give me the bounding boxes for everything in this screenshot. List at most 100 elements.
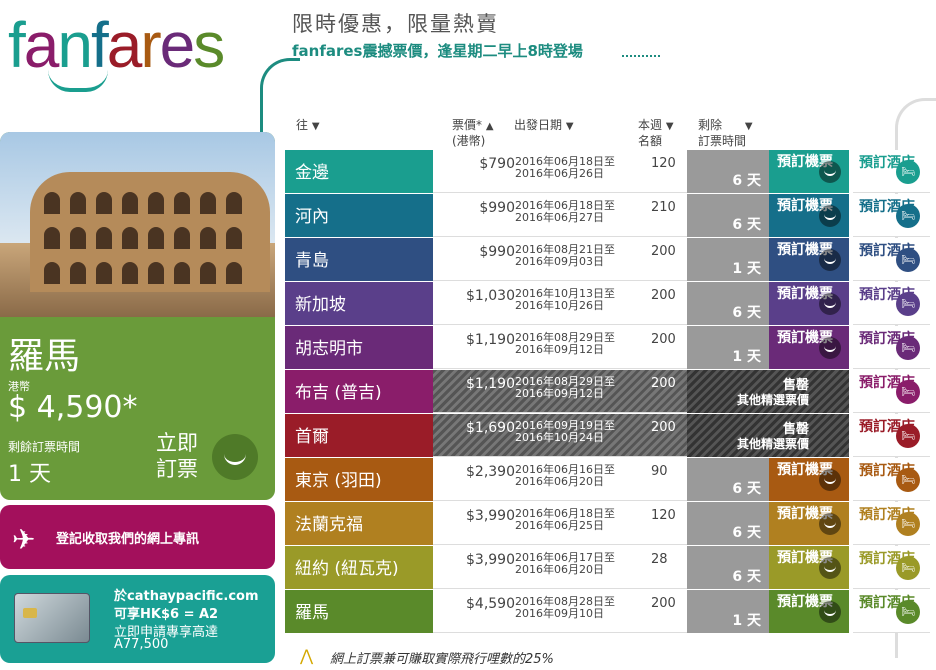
col-header-remain[interactable]: 剩除 ▼ 訂票時間	[698, 118, 753, 148]
col-header-date[interactable]: 出發日期 ▼	[514, 118, 574, 134]
smile-icon[interactable]	[212, 434, 258, 480]
book-hotel-button[interactable]: 預訂酒店 🛏	[853, 590, 930, 633]
remain-cell: 6 天	[687, 458, 769, 501]
remain-cell: 6 天	[687, 150, 769, 193]
smile-icon	[819, 161, 841, 183]
book-hotel-button[interactable]: 預訂酒店 🛏	[853, 546, 930, 589]
col-header-to[interactable]: 往 ▼	[296, 118, 320, 134]
card-line-1: 於cathaypacific.com	[114, 589, 259, 604]
book-hotel-button[interactable]: 預訂酒店 🛏	[853, 414, 930, 457]
book-flight-button[interactable]: 預訂機票	[769, 458, 849, 501]
city-cell[interactable]: 羅馬	[285, 590, 433, 633]
smile-icon	[819, 249, 841, 271]
book-hotel-button[interactable]: 預訂酒店 🛏	[853, 502, 930, 545]
book-hotel-button[interactable]: 預訂酒店 🛏	[853, 238, 930, 281]
city-cell[interactable]: 胡志明市	[285, 326, 433, 369]
col-header-price[interactable]: 票價* ▲ (港幣)	[452, 118, 494, 148]
fare-dates: 2016年06月16日至 2016年06月20日	[515, 463, 615, 488]
remain-days: 6 天	[732, 217, 761, 233]
other-fares-link[interactable]: 其他精選票價	[737, 391, 809, 408]
fare-dates: 2016年10月13日至 2016年10月26日	[515, 287, 615, 312]
book-flight-button[interactable]: 預訂機票	[769, 502, 849, 545]
col-header-week[interactable]: 本週 ▼ 名額	[638, 118, 674, 148]
city-cell[interactable]: 東京 (羽田)	[285, 458, 433, 501]
bed-icon: 🛏	[896, 468, 920, 492]
remain-cell: 1 天	[687, 326, 769, 369]
remain-cell: 6 天	[687, 502, 769, 545]
book-flight-button[interactable]: 預訂機票	[769, 150, 849, 193]
smile-icon	[819, 557, 841, 579]
bed-icon: 🛏	[896, 248, 920, 272]
fare-cell: $1,190 2016年08月29日至 2016年09月12日 200	[433, 326, 687, 369]
bed-icon: 🛏	[896, 600, 920, 624]
city-cell[interactable]: 河內	[285, 194, 433, 237]
fare-dates: 2016年08月21日至 2016年09月03日	[515, 243, 615, 268]
sold-out-cell[interactable]: 售罄 其他精選票價	[687, 370, 849, 413]
city-cell[interactable]: 法蘭克福	[285, 502, 433, 545]
book-hotel-button[interactable]: 預訂酒店 🛏	[853, 150, 930, 193]
sort-down-icon: ▼	[311, 121, 320, 132]
fare-price: $1,690	[466, 420, 515, 436]
book-flight-button[interactable]: 預訂機票	[769, 546, 849, 589]
table-row: 金邊 $790 2016年06月18日至 2016年06月26日 120 6 天 …	[285, 150, 930, 193]
credit-card-promo[interactable]: 於cathaypacific.com 可享HK$6 = A2 立即申請專享高達 …	[0, 575, 275, 663]
seat-count: 200	[651, 376, 676, 391]
airplane-icon: ✈	[12, 523, 36, 556]
smile-icon	[819, 293, 841, 315]
sort-down-icon: ▼	[665, 121, 674, 132]
fare-price: $1,030	[466, 288, 515, 304]
colosseum-image	[0, 132, 275, 317]
book-flight-button[interactable]: 預訂機票	[769, 326, 849, 369]
city-cell[interactable]: 金邊	[285, 150, 433, 193]
table-row: 首爾 $1,690 2016年09月19日至 2016年10月24日 200 售罄…	[285, 414, 930, 457]
book-flight-button[interactable]: 預訂機票	[769, 194, 849, 237]
page-title: 限時優惠，限量熱賣	[292, 12, 499, 36]
divider	[622, 55, 660, 57]
book-hotel-button[interactable]: 預訂酒店 🛏	[853, 458, 930, 501]
other-fares-link[interactable]: 其他精選票價	[737, 435, 809, 452]
book-hotel-button[interactable]: 預訂酒店 🛏	[853, 370, 930, 413]
seat-count: 90	[651, 464, 668, 479]
promo-card-rome[interactable]: 羅馬 港幣 $ 4,590* 剩餘訂票時間 1 天 立即訂票	[0, 132, 275, 500]
fare-price: $990	[479, 244, 515, 260]
book-hotel-button[interactable]: 預訂酒店 🛏	[853, 194, 930, 237]
newsletter-register-button[interactable]: ✈ 登記收取我們的網上專訊	[0, 505, 275, 569]
city-cell[interactable]: 首爾	[285, 414, 433, 457]
bed-icon: 🛏	[896, 336, 920, 360]
city-cell[interactable]: 青島	[285, 238, 433, 281]
fare-cell: $4,590 2016年08月28日至 2016年09月10日 200	[433, 590, 687, 633]
promo-book-button[interactable]: 立即訂票	[156, 430, 212, 482]
table-row: 胡志明市 $1,190 2016年08月29日至 2016年09月12日 200 …	[285, 326, 930, 369]
table-row: 河內 $990 2016年06月18日至 2016年06月27日 210 6 天 …	[285, 194, 930, 237]
city-cell[interactable]: 紐約 (紐瓦克)	[285, 546, 433, 589]
remain-days: 1 天	[732, 349, 761, 365]
fare-dates: 2016年09月19日至 2016年10月24日	[515, 419, 615, 444]
city-cell[interactable]: 新加坡	[285, 282, 433, 325]
book-hotel-button[interactable]: 預訂酒店 🛏	[853, 326, 930, 369]
fare-dates: 2016年06月18日至 2016年06月25日	[515, 507, 615, 532]
book-flight-button[interactable]: 預訂機票	[769, 282, 849, 325]
promo-remain-value: 1 天	[8, 462, 51, 487]
sort-up-icon: ▲	[485, 121, 494, 132]
sold-out-cell[interactable]: 售罄 其他精選票價	[687, 414, 849, 457]
credit-card-image	[14, 593, 90, 643]
table-row: 羅馬 $4,590 2016年08月28日至 2016年09月10日 200 1 …	[285, 590, 930, 633]
fare-cell: $790 2016年06月18日至 2016年06月26日 120	[433, 150, 687, 193]
table-row: 東京 (羽田) $2,390 2016年06月16日至 2016年06月20日 9…	[285, 458, 930, 501]
remain-days: 6 天	[732, 481, 761, 497]
book-flight-button[interactable]: 預訂機票	[769, 590, 849, 633]
fanfares-logo[interactable]: fanfares	[8, 0, 258, 92]
book-hotel-button[interactable]: 預訂酒店 🛏	[853, 282, 930, 325]
fare-cell: $990 2016年08月21日至 2016年09月03日 200	[433, 238, 687, 281]
table-row: 紐約 (紐瓦克) $3,990 2016年06月17日至 2016年06月20日 …	[285, 546, 930, 589]
asia-miles-icon: ⋀	[300, 646, 314, 665]
fare-price: $3,990	[466, 508, 515, 524]
book-flight-button[interactable]: 預訂機票	[769, 238, 849, 281]
footer-note: 網上訂票兼可賺取實際飛行哩數的25%	[330, 652, 554, 667]
seat-count: 200	[651, 288, 676, 303]
register-text: 登記收取我們的網上專訊	[56, 532, 200, 547]
city-cell[interactable]: 布吉 (普吉)	[285, 370, 433, 413]
remain-days: 6 天	[732, 305, 761, 321]
remain-cell: 6 天	[687, 194, 769, 237]
smile-icon	[819, 469, 841, 491]
